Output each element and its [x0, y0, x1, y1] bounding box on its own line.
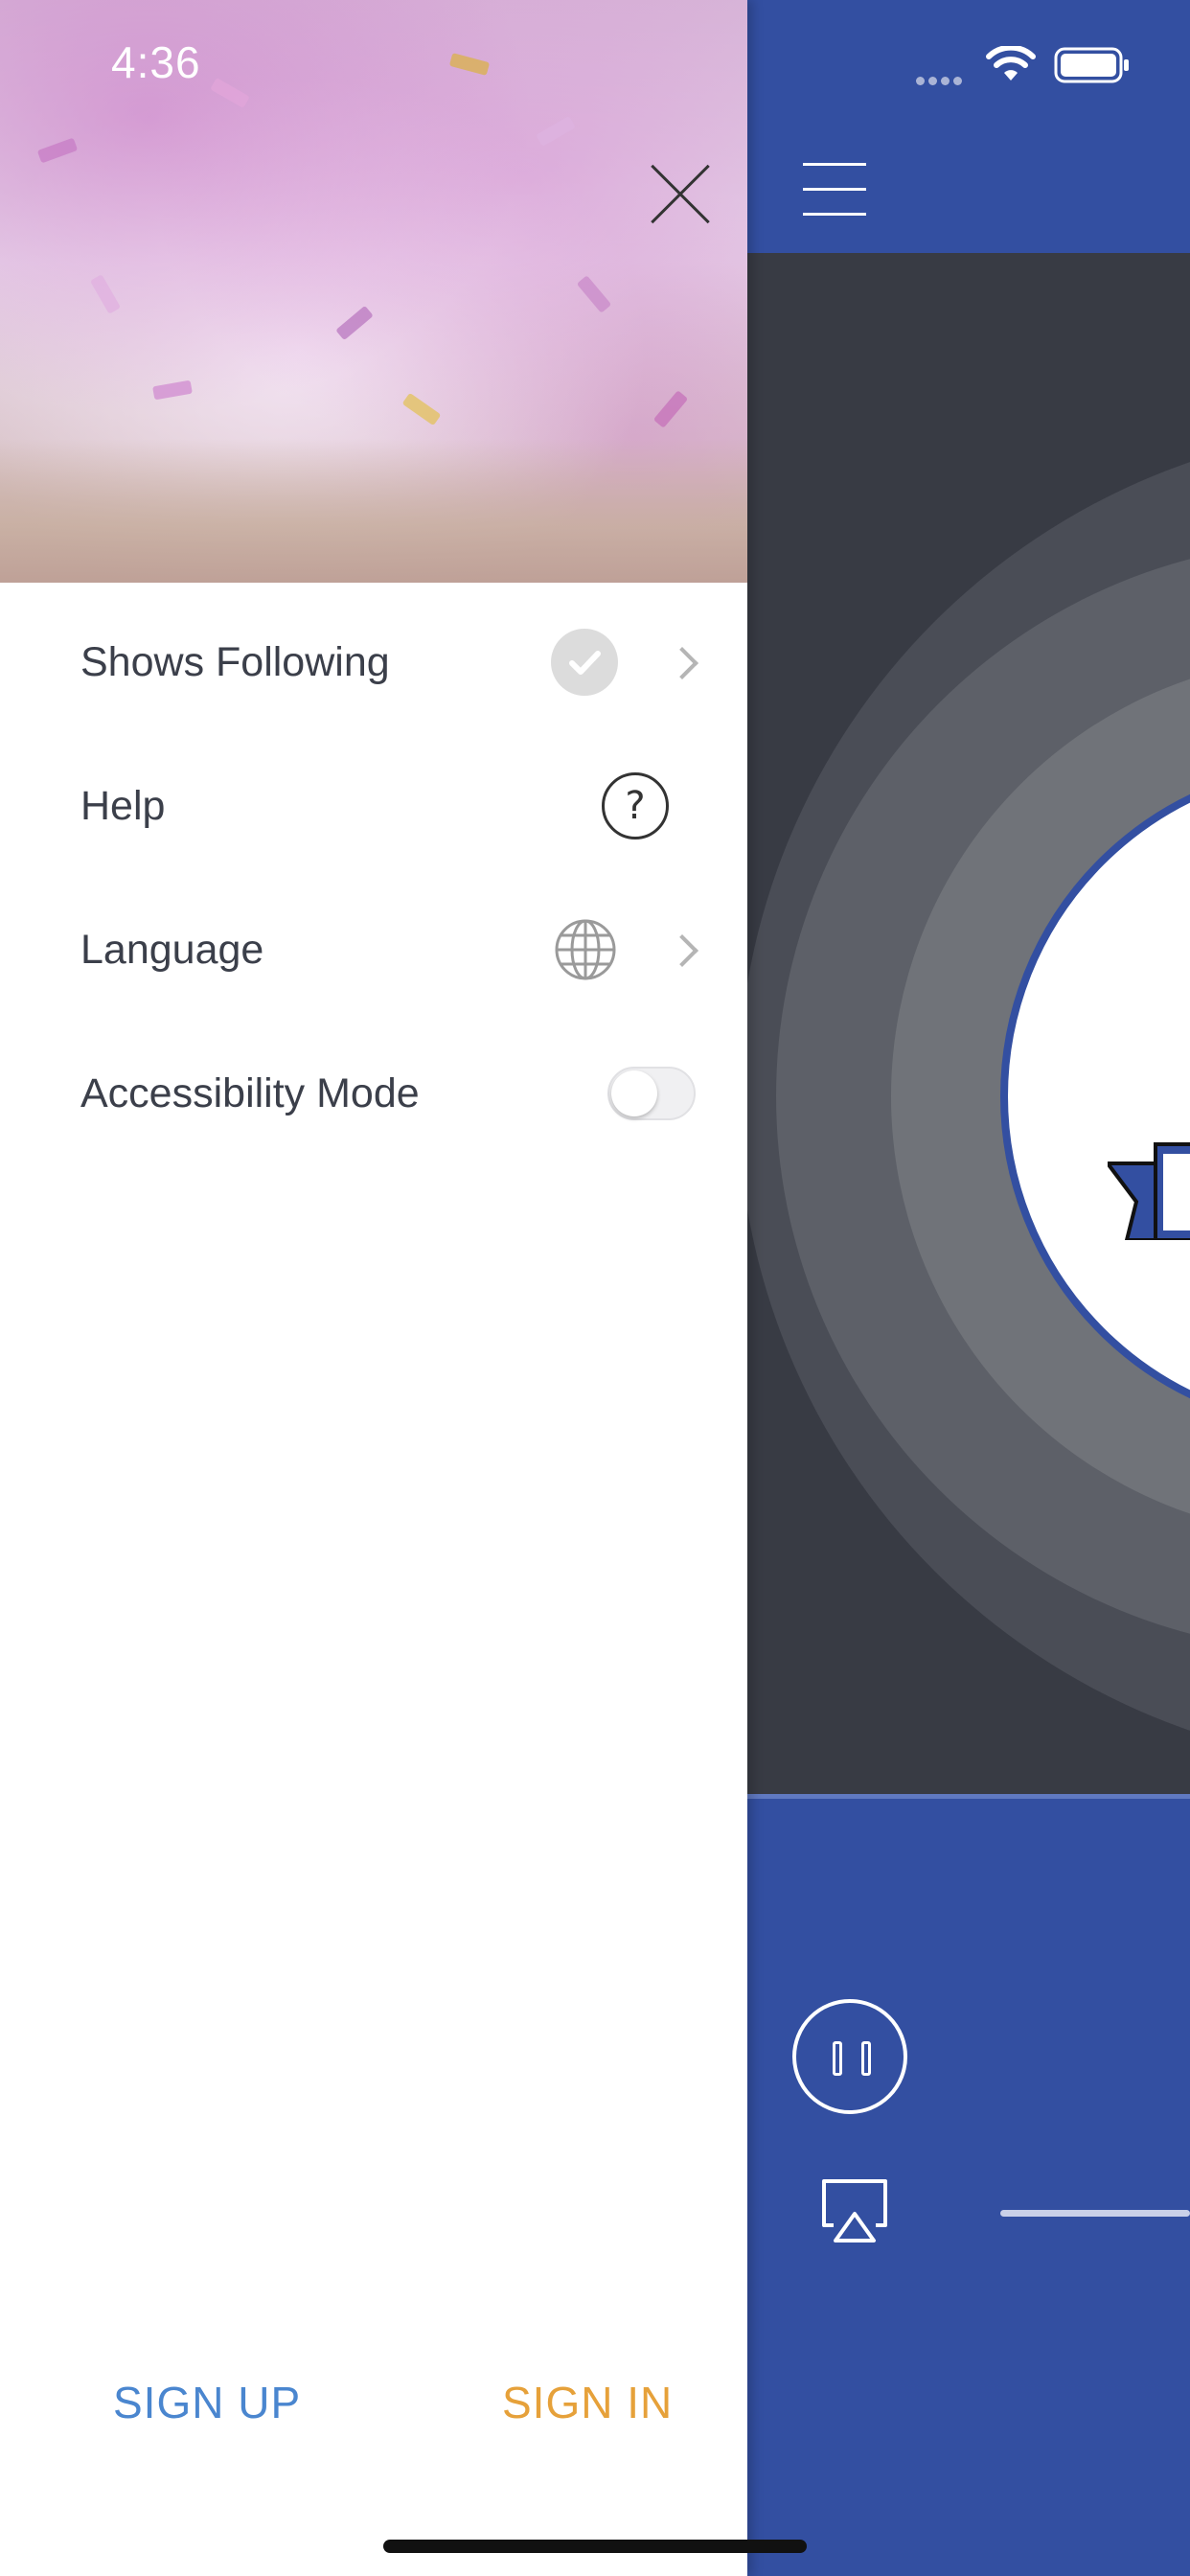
close-drawer-button[interactable]: [648, 163, 711, 226]
volume-slider[interactable]: [1000, 2210, 1190, 2217]
menu-item-shows-following[interactable]: Shows Following: [0, 590, 747, 734]
status-time: 4:36: [111, 37, 201, 87]
menu-item-language[interactable]: Language: [0, 878, 747, 1022]
chevron-right-icon: [666, 934, 698, 967]
airplay-icon[interactable]: [818, 2177, 891, 2244]
side-drawer: 4:36 Shows Following Help ? Language Acc…: [0, 0, 747, 2576]
menu-item-label: Language: [80, 927, 264, 973]
accessibility-mode-toggle[interactable]: [607, 1067, 696, 1120]
pause-icon: [861, 2041, 871, 2076]
chevron-right-icon: [666, 647, 698, 679]
battery-icon: [1054, 47, 1129, 83]
crowd-silhouette: [0, 439, 747, 583]
menu-item-label: Accessibility Mode: [80, 1070, 420, 1116]
app-header: [747, 0, 1190, 253]
toggle-knob: [611, 1070, 657, 1116]
playback-progress-divider: [747, 1794, 1190, 1799]
cellular-signal-icon: [916, 73, 966, 90]
station-logo-banner: [1108, 1142, 1190, 1240]
sign-up-button[interactable]: SIGN UP: [113, 2377, 301, 2428]
globe-icon: [555, 919, 616, 980]
sign-in-button[interactable]: SIGN IN: [502, 2377, 673, 2428]
drawer-header-image: 4:36: [0, 0, 747, 583]
check-circle-icon: [551, 629, 618, 696]
menu-item-label: Help: [80, 783, 166, 829]
hamburger-menu-button[interactable]: [803, 163, 866, 217]
pause-icon: [833, 2041, 842, 2076]
menu-item-accessibility-mode: Accessibility Mode: [0, 1022, 747, 1165]
wifi-icon: [986, 46, 1036, 80]
now-playing-artwork: [747, 253, 1190, 1794]
pause-button[interactable]: [792, 1999, 907, 2114]
main-app-view: [747, 0, 1190, 2576]
menu-item-help[interactable]: Help ?: [0, 734, 747, 878]
question-circle-icon: ?: [602, 772, 669, 840]
menu-item-label: Shows Following: [80, 639, 390, 685]
home-indicator: [383, 2540, 807, 2553]
